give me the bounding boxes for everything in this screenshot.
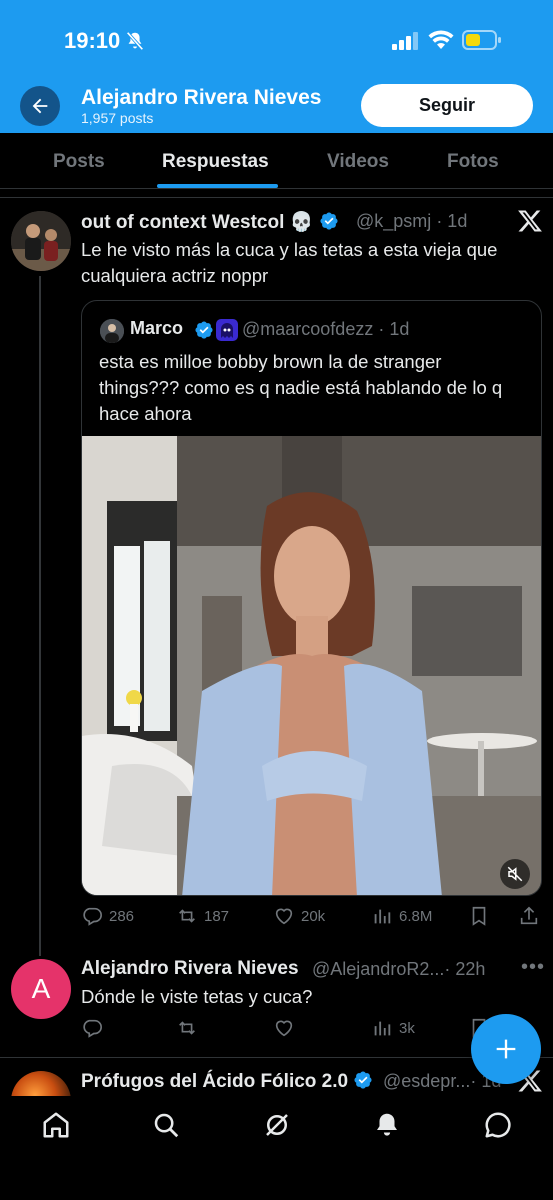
bottom-navigation bbox=[0, 1096, 553, 1200]
views-chart-icon bbox=[374, 1021, 391, 1036]
ghost-emoji-icon bbox=[216, 319, 238, 341]
heart-icon bbox=[275, 908, 293, 925]
profile-header: 19:10 Alejandro Rivera Nieves 1,957 post… bbox=[0, 0, 553, 133]
cellular-signal-icon bbox=[392, 32, 418, 50]
avatar[interactable]: A bbox=[11, 959, 71, 1019]
repost-icon bbox=[179, 909, 195, 923]
status-bar: 19:10 bbox=[0, 0, 553, 80]
messages-icon[interactable] bbox=[483, 1110, 513, 1140]
follow-button[interactable]: Seguir bbox=[361, 84, 533, 127]
quote-avatar bbox=[100, 319, 124, 343]
tab-replies[interactable]: Respuestas bbox=[162, 151, 269, 173]
reply-icon bbox=[83, 1019, 102, 1038]
mute-toggle-button[interactable] bbox=[500, 859, 530, 889]
profile-name: Alejandro Rivera Nieves bbox=[81, 86, 322, 109]
verified-badge-icon bbox=[354, 1071, 372, 1089]
x-logo-icon bbox=[518, 210, 542, 232]
like-button[interactable]: 20k bbox=[273, 905, 325, 927]
heart-icon bbox=[275, 1020, 293, 1037]
arrow-left-icon bbox=[32, 98, 48, 114]
tweet-text: Dónde le viste tetas y cuca? bbox=[81, 986, 313, 1007]
compose-post-button[interactable] bbox=[471, 1014, 541, 1084]
repost-button[interactable] bbox=[176, 1017, 198, 1039]
reply-button[interactable] bbox=[81, 1017, 103, 1039]
quote-text: esta es milloe bobby brown la de strange… bbox=[99, 351, 503, 424]
active-tab-indicator bbox=[157, 184, 278, 188]
share-icon bbox=[520, 906, 538, 925]
bookmark-icon bbox=[472, 906, 486, 926]
status-time: 19:10 bbox=[64, 28, 121, 53]
reply-icon bbox=[83, 907, 102, 926]
verified-badge-icon bbox=[195, 321, 213, 339]
tweet-author[interactable]: Prófugos del Ácido Fólico 2.0 bbox=[81, 1070, 373, 1093]
avatar[interactable] bbox=[11, 211, 71, 271]
repost-button[interactable]: 187 bbox=[176, 905, 229, 927]
author-name: out of context Westcol 💀 bbox=[81, 212, 314, 233]
tweet-actions: 286 187 20k 6.8M bbox=[81, 905, 546, 931]
search-icon[interactable] bbox=[151, 1110, 181, 1140]
tab-videos[interactable]: Videos bbox=[327, 151, 389, 173]
like-button[interactable] bbox=[273, 1017, 295, 1039]
divider bbox=[0, 197, 553, 198]
reply-button[interactable]: 286 bbox=[81, 905, 134, 927]
thread-line bbox=[39, 276, 41, 956]
quote-author-name: Marco bbox=[130, 318, 184, 338]
post-count: 1,957 posts bbox=[81, 110, 154, 126]
bookmark-button[interactable] bbox=[468, 905, 490, 927]
divider bbox=[0, 1057, 553, 1058]
views-chart-icon bbox=[374, 909, 391, 924]
tweet-handle[interactable]: @k_psmj · 1d bbox=[356, 211, 467, 232]
avatar-photo bbox=[11, 211, 71, 271]
bell-off-icon bbox=[126, 31, 144, 51]
tweet-author[interactable]: out of context Westcol 💀 bbox=[81, 210, 339, 234]
verified-badge-icon bbox=[320, 212, 338, 230]
home-icon[interactable] bbox=[41, 1110, 71, 1140]
views-button[interactable]: 3k bbox=[371, 1017, 415, 1039]
back-button[interactable] bbox=[20, 86, 60, 126]
tab-photos[interactable]: Fotos bbox=[447, 151, 499, 173]
more-options-icon[interactable]: ••• bbox=[521, 956, 545, 979]
video-frame bbox=[82, 436, 541, 895]
tweet-handle[interactable]: @AlejandroR2...· 22h bbox=[312, 959, 485, 980]
quote-handle: @maarcoofdezz · 1d bbox=[242, 319, 410, 339]
tweet-author[interactable]: Alejandro Rivera Nieves bbox=[81, 958, 299, 980]
tab-posts[interactable]: Posts bbox=[53, 151, 105, 173]
tweet-text: Le he visto más la cuca y las tetas a es… bbox=[81, 239, 498, 286]
speaker-muted-icon bbox=[507, 866, 523, 882]
quoted-post[interactable]: Marco @maarcoofdezz · 1d esta es milloe … bbox=[81, 300, 542, 896]
quote-video[interactable] bbox=[82, 436, 541, 895]
notifications-icon[interactable] bbox=[372, 1110, 402, 1140]
profile-tabs: Posts Respuestas Videos Fotos bbox=[0, 133, 553, 189]
repost-icon bbox=[179, 1021, 195, 1035]
wifi-icon bbox=[428, 30, 454, 49]
battery-icon bbox=[462, 30, 501, 50]
share-button[interactable] bbox=[518, 905, 540, 927]
views-button[interactable]: 6.8M bbox=[371, 905, 432, 927]
plus-icon bbox=[496, 1039, 516, 1059]
grok-icon[interactable] bbox=[262, 1110, 292, 1140]
